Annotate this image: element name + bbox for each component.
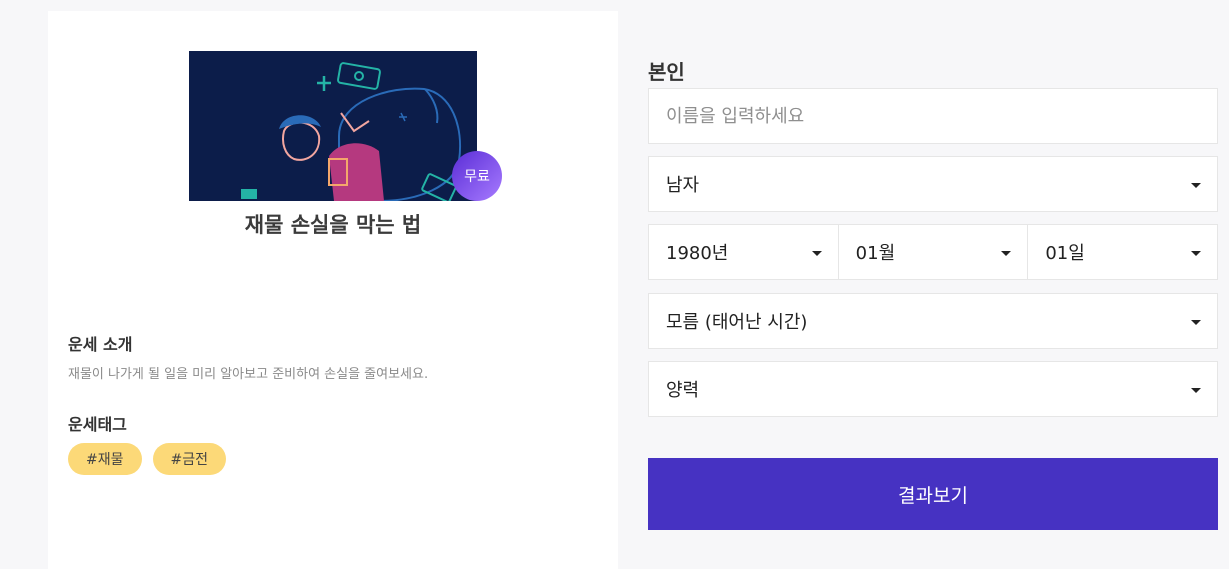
year-value: 1980년 xyxy=(666,243,729,264)
caret-down-icon xyxy=(1001,251,1012,256)
month-value: 01월 xyxy=(855,243,896,264)
section-label-self: 본인 xyxy=(648,60,685,84)
submit-button[interactable]: 결과보기 xyxy=(648,458,1218,530)
fortune-card: 무료 재물 손실을 막는 법 운세 소개 재물이 나가게 될 일을 미리 알아보… xyxy=(48,11,618,569)
intro-heading: 운세 소개 xyxy=(68,335,133,354)
free-badge-label: 무료 xyxy=(464,169,490,185)
caret-down-icon xyxy=(1191,388,1201,393)
calendar-type-select[interactable]: 양력 xyxy=(648,361,1218,417)
money-bag-illustration xyxy=(189,51,477,201)
tag-wealth[interactable]: #재물 xyxy=(68,443,142,475)
caret-down-icon xyxy=(1191,251,1202,256)
year-select[interactable]: 1980년 xyxy=(648,224,839,280)
intro-text: 재물이 나가게 될 일을 미리 알아보고 준비하여 손실을 줄여보세요. xyxy=(68,367,429,382)
caret-down-icon xyxy=(1191,183,1201,188)
gender-value: 남자 xyxy=(666,175,700,196)
hero-illustration xyxy=(189,51,477,201)
calendar-type-value: 양력 xyxy=(666,380,700,401)
month-select[interactable]: 01월 xyxy=(838,224,1029,280)
day-value: 01일 xyxy=(1045,243,1085,264)
birth-time-select[interactable]: 모름 (태어난 시간) xyxy=(648,293,1218,349)
tag-heading: 운세태그 xyxy=(68,415,127,434)
tag-list: #재물 #금전 xyxy=(68,443,226,475)
day-select[interactable]: 01일 xyxy=(1028,224,1219,280)
card-title: 재물 손실을 막는 법 xyxy=(244,213,422,237)
name-input[interactable] xyxy=(666,105,1217,127)
birth-time-value: 모름 (태어난 시간) xyxy=(666,312,808,333)
tag-money[interactable]: #금전 xyxy=(152,443,226,475)
gender-select[interactable]: 남자 xyxy=(648,156,1218,212)
caret-down-icon xyxy=(1191,320,1201,325)
caret-down-icon xyxy=(811,251,822,256)
free-badge: 무료 xyxy=(452,151,502,201)
birth-date-row: 1980년 01월 01일 xyxy=(648,224,1219,280)
name-field[interactable] xyxy=(648,88,1218,144)
